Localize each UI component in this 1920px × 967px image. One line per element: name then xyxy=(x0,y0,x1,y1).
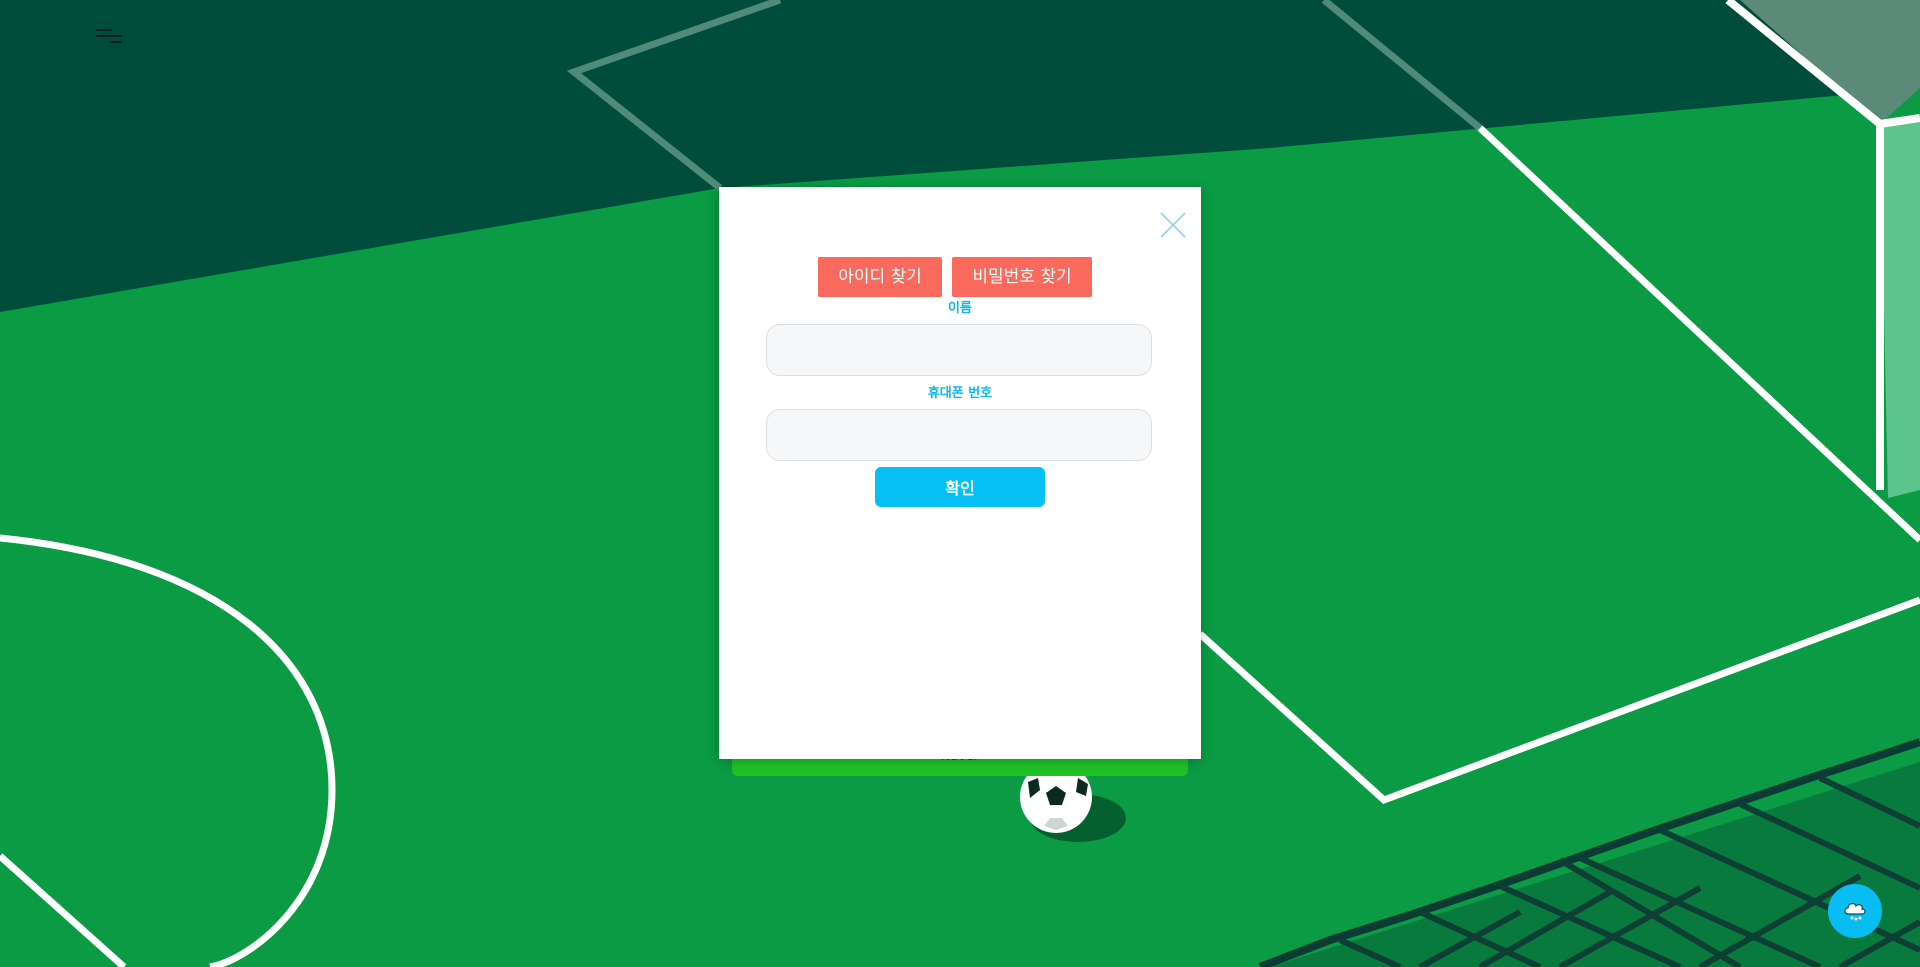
phone-label: 휴대폰 번호 xyxy=(927,386,993,401)
find-id-tab[interactable]: 아이디 찾기 xyxy=(818,257,942,297)
close-icon[interactable] xyxy=(1159,211,1187,239)
name-label: 이름 xyxy=(948,301,972,316)
chat-icon[interactable] xyxy=(1828,884,1882,938)
name-input[interactable] xyxy=(766,324,1152,376)
find-account-modal: 아이디 찾기 비밀번호 찾기 이름 휴대폰 번호 확인 xyxy=(719,187,1201,759)
phone-input[interactable] xyxy=(766,409,1152,461)
find-password-tab[interactable]: 비밀번호 찾기 xyxy=(952,257,1092,297)
confirm-button[interactable]: 확인 xyxy=(875,467,1045,507)
menu-icon[interactable] xyxy=(92,24,128,48)
cloud-chat-glyph xyxy=(1844,902,1866,921)
